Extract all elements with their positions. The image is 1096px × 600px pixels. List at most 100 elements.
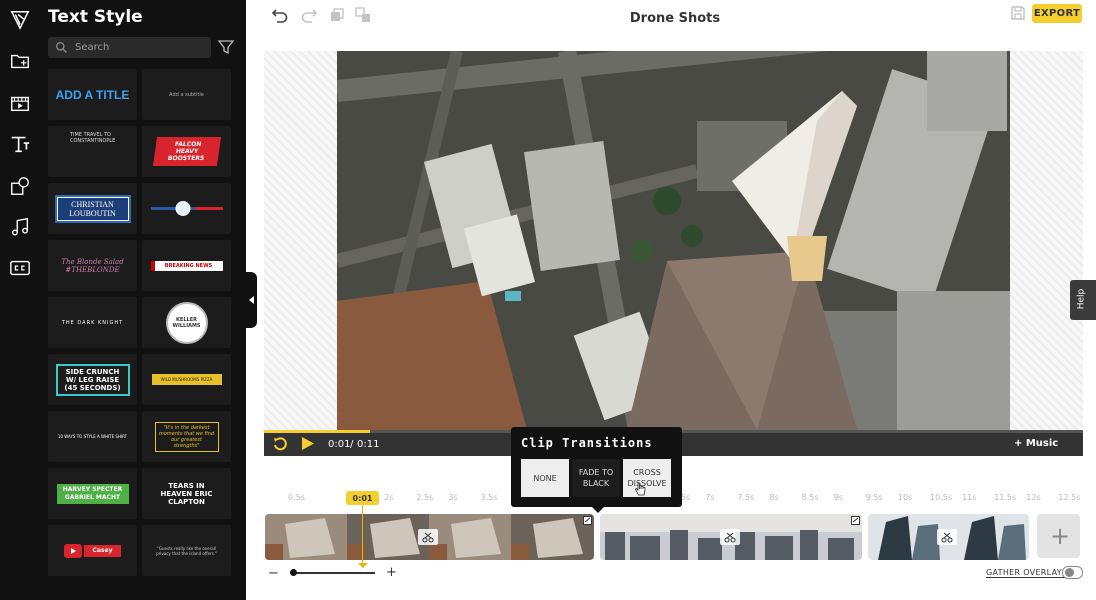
- timeline-tick: 12s: [1026, 493, 1041, 502]
- lower-third-graphic: [150, 200, 223, 216]
- text-style-tile[interactable]: The Blonde Salad #THEBLONDE: [48, 240, 137, 291]
- transition-cross-dissolve-option[interactable]: CROSS DISSOLVE: [623, 459, 671, 497]
- text-style-tile[interactable]: [142, 183, 231, 234]
- text-style-tile[interactable]: CHRISTIAN LOUBOUTIN: [48, 183, 137, 234]
- popup-pointer: [592, 507, 604, 513]
- playhead[interactable]: [362, 505, 363, 565]
- tile-label: 10 WAYS TO STYLE A WHITE SHIRT: [57, 434, 128, 439]
- trim-button[interactable]: [720, 529, 740, 545]
- chevron-left-icon: [249, 296, 254, 304]
- clip-transitions-popup: Clip Transitions NONE FADE TO BLACK CROS…: [511, 427, 682, 513]
- search-input[interactable]: [75, 39, 205, 56]
- filter-icon[interactable]: [217, 38, 235, 56]
- zoom-slider-handle[interactable]: [290, 569, 297, 576]
- logo-icon[interactable]: [8, 8, 32, 32]
- text-style-icon[interactable]: [8, 132, 32, 156]
- text-style-tile[interactable]: THE DARK KNIGHT: [48, 297, 137, 348]
- transitions-title: Clip Transitions: [521, 436, 653, 450]
- timeline-tick: 9.5s: [865, 493, 883, 502]
- text-style-tile[interactable]: "Guests really like the overall privacy …: [142, 525, 231, 576]
- trim-icon: [724, 532, 736, 543]
- transition-none-option[interactable]: NONE: [521, 459, 569, 497]
- play-icon[interactable]: [300, 436, 315, 451]
- text-style-tile[interactable]: HARVEY SPECTER GABRIEL MACHT: [48, 468, 137, 519]
- help-label: Help: [1076, 288, 1087, 310]
- text-style-tile[interactable]: SIDE CRUNCH W/ LEG RAISE (45 SECONDS): [48, 354, 137, 405]
- text-style-tile[interactable]: KELLER WILLIAMS: [142, 297, 231, 348]
- tile-label: HARVEY SPECTER GABRIEL MACHT: [56, 483, 129, 504]
- timeline-tick: 8s: [769, 493, 779, 502]
- timeline-tick: 0.5s: [288, 493, 305, 502]
- redo-icon[interactable]: [300, 6, 318, 24]
- text-style-tile[interactable]: ADD A TITLE: [48, 69, 137, 120]
- timeline-tick: 9s: [833, 493, 843, 502]
- save-icon[interactable]: [1010, 5, 1026, 21]
- tile-label: TIME TRAVEL TO CONSTANTINOPLE: [70, 132, 116, 144]
- timeline-tick: 11s: [962, 493, 977, 502]
- text-style-tile[interactable]: BREAKING NEWS: [142, 240, 231, 291]
- youtube-icon: [64, 543, 83, 558]
- playhead-handle[interactable]: [358, 563, 368, 568]
- transition-fade-to-black-option[interactable]: FADE TO BLACK: [572, 459, 620, 497]
- tool-rail: [0, 0, 40, 600]
- current-time: 0:01: [328, 439, 351, 450]
- playhead-time[interactable]: 0:01: [346, 491, 379, 505]
- timeline-tick: 7s: [705, 493, 715, 502]
- captions-icon[interactable]: [8, 256, 32, 280]
- hand-cursor-icon: [635, 482, 646, 496]
- text-style-tile[interactable]: "It's in the darkest moments that we fin…: [142, 411, 231, 462]
- tile-label: "Guests really like the overall privacy …: [156, 545, 217, 556]
- timeline-tick: 10.5s: [930, 493, 952, 502]
- music-icon[interactable]: [8, 215, 32, 239]
- media-icon[interactable]: [8, 91, 32, 115]
- trim-icon: [941, 532, 953, 543]
- trim-button[interactable]: [937, 529, 957, 545]
- tile-label: BREAKING NEWS: [150, 260, 223, 271]
- undo-icon[interactable]: [271, 6, 289, 24]
- timeline-tick: 8.5s: [801, 493, 819, 502]
- timeline-tick: 12.5s: [1058, 493, 1081, 502]
- add-clip-button[interactable]: +: [1037, 514, 1080, 558]
- timeline-tick: 3.5s: [480, 493, 498, 502]
- video-preview[interactable]: [337, 51, 1010, 430]
- timeline-tick: 7.5s: [737, 493, 755, 502]
- zoom-in-button[interactable]: +: [386, 565, 397, 580]
- split-icon[interactable]: [354, 6, 372, 24]
- folder-icon[interactable]: [8, 49, 32, 73]
- tile-label: SIDE CRUNCH W/ LEG RAISE (45 SECONDS): [55, 363, 130, 396]
- tile-label: Add a subtitle: [169, 91, 204, 98]
- timeline-tick: 2.5s: [416, 493, 434, 502]
- total-time: 0:11: [357, 439, 380, 450]
- text-style-tile[interactable]: TEARS IN HEAVEN ERIC CLAPTON: [142, 468, 231, 519]
- text-style-tile[interactable]: FALCON HEAVY BOOSTERS: [142, 126, 231, 177]
- add-music-button[interactable]: + Music: [1014, 438, 1058, 449]
- tile-label: THE DARK KNIGHT: [61, 319, 124, 326]
- clip-settings-icon[interactable]: [583, 516, 592, 525]
- text-style-tile[interactable]: Add a subtitle: [142, 69, 231, 120]
- gather-overlays-toggle[interactable]: [1062, 566, 1083, 579]
- duplicate-icon[interactable]: [328, 6, 346, 24]
- export-button[interactable]: EXPORT: [1032, 4, 1082, 23]
- tile-label: WILD MUSHROOMS PIZZA: [151, 374, 222, 385]
- text-style-tile[interactable]: WILD MUSHROOMS PIZZA: [142, 354, 231, 405]
- text-style-tile[interactable]: TIME TRAVEL TO CONSTANTINOPLE: [48, 126, 137, 177]
- help-button[interactable]: Help: [1070, 280, 1096, 320]
- replay-icon[interactable]: [272, 436, 288, 452]
- tile-label: KELLER WILLIAMS: [165, 301, 208, 344]
- project-title[interactable]: Drone Shots: [560, 11, 790, 26]
- trim-button[interactable]: [418, 529, 438, 545]
- clip-settings-icon[interactable]: [851, 516, 860, 525]
- video-editor: Text Style ADD A TITLE Add a subtitle TI…: [0, 0, 1096, 600]
- plus-icon: +: [1050, 522, 1071, 550]
- shapes-icon[interactable]: [8, 174, 32, 198]
- gather-overlays-label[interactable]: GATHER OVERLAYS: [986, 568, 1068, 578]
- toggle-knob: [1065, 568, 1074, 577]
- zoom-out-button[interactable]: −: [268, 566, 279, 581]
- zoom-slider[interactable]: [292, 572, 375, 574]
- tile-label: The Blonde Salad #THEBLONDE: [61, 257, 124, 274]
- text-style-tile[interactable]: Casey: [48, 525, 137, 576]
- text-style-panel: Text Style ADD A TITLE Add a subtitle TI…: [40, 0, 246, 600]
- timeline-tick: 3s: [448, 493, 458, 502]
- text-style-tile[interactable]: 10 WAYS TO STYLE A WHITE SHIRT: [48, 411, 137, 462]
- collapse-panel-button[interactable]: [246, 272, 257, 328]
